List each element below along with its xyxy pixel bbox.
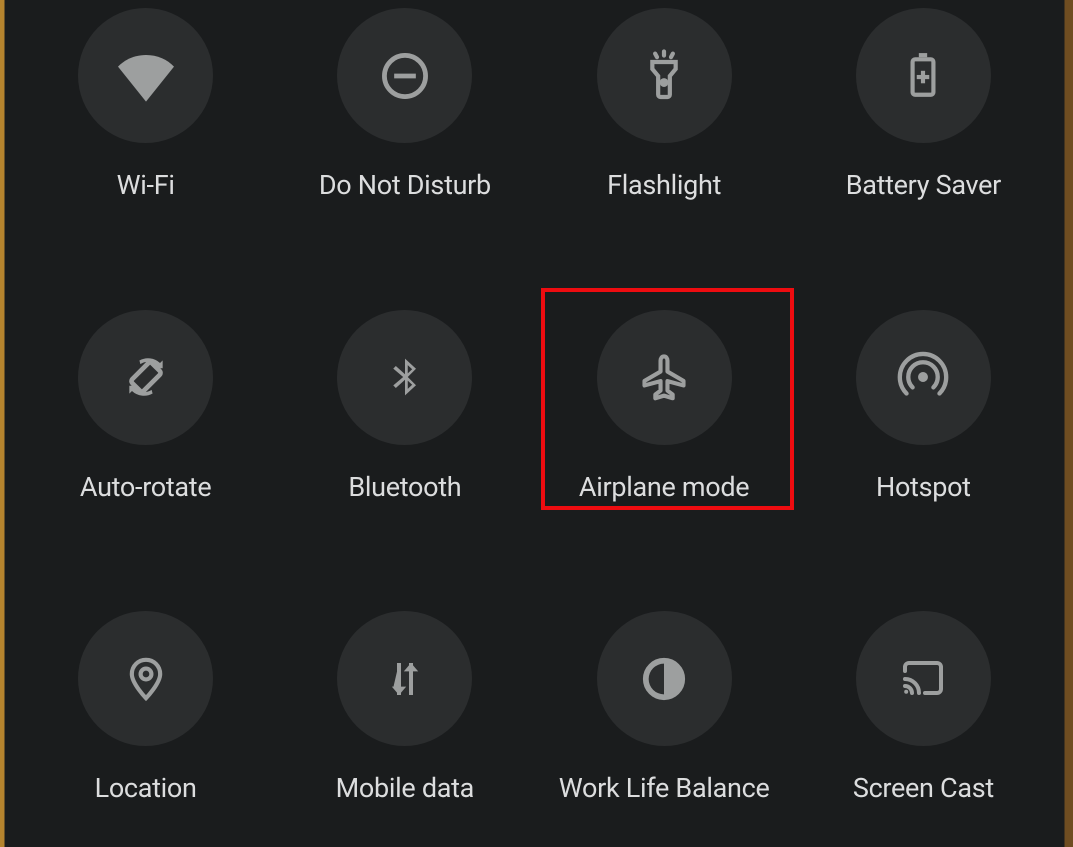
tile-circle (597, 310, 732, 445)
tile-label: Screen Cast (853, 772, 994, 804)
auto-rotate-icon (118, 349, 174, 405)
tile-airplane[interactable]: Airplane mode (535, 302, 794, 546)
tile-circle (78, 8, 213, 143)
tile-label: Work Life Balance (559, 772, 770, 804)
tile-label: Hotspot (876, 471, 971, 503)
tile-label: Location (95, 772, 197, 804)
tile-mobile-data[interactable]: Mobile data (275, 603, 534, 847)
tile-label: Bluetooth (348, 471, 461, 503)
tile-circle (78, 611, 213, 746)
tile-auto-rotate[interactable]: Auto-rotate (16, 302, 275, 546)
tile-label: Flashlight (607, 169, 721, 201)
dnd-icon (379, 50, 431, 102)
tile-circle (337, 8, 472, 143)
tile-location[interactable]: Location (16, 603, 275, 847)
mobile-data-icon (381, 655, 429, 703)
tile-circle (856, 8, 991, 143)
tile-label: Mobile data (336, 772, 474, 804)
tile-label: Do Not Disturb (319, 169, 491, 201)
tile-circle (597, 8, 732, 143)
tile-label: Auto-rotate (80, 471, 211, 503)
tile-flashlight[interactable]: Flashlight (535, 0, 794, 244)
tile-circle (337, 310, 472, 445)
tile-bluetooth[interactable]: Bluetooth (275, 302, 534, 546)
tile-dnd[interactable]: Do Not Disturb (275, 0, 534, 244)
tile-wifi[interactable]: Wi-Fi (16, 0, 275, 244)
tile-circle (597, 611, 732, 746)
tile-circle (856, 611, 991, 746)
hotspot-icon (897, 351, 949, 403)
tile-battery-saver[interactable]: Battery Saver (794, 0, 1053, 244)
location-icon (121, 653, 171, 705)
tile-label: Airplane mode (579, 471, 749, 503)
tile-circle (337, 611, 472, 746)
tile-circle (856, 310, 991, 445)
bluetooth-icon (383, 353, 427, 401)
wifi-icon (118, 48, 174, 104)
tile-hotspot[interactable]: Hotspot (794, 302, 1053, 546)
tile-circle (78, 310, 213, 445)
battery-saver-icon (898, 50, 948, 102)
work-life-balance-icon (641, 656, 687, 702)
screen-cast-icon (895, 655, 951, 703)
tile-label: Wi-Fi (117, 169, 175, 201)
flashlight-icon (636, 48, 692, 104)
tile-work-life[interactable]: Work Life Balance (535, 603, 794, 847)
airplane-icon (638, 351, 690, 403)
tile-screen-cast[interactable]: Screen Cast (794, 603, 1053, 847)
quick-settings-grid: Wi-Fi Do Not Disturb (6, 0, 1063, 847)
tile-label: Battery Saver (846, 169, 1001, 201)
